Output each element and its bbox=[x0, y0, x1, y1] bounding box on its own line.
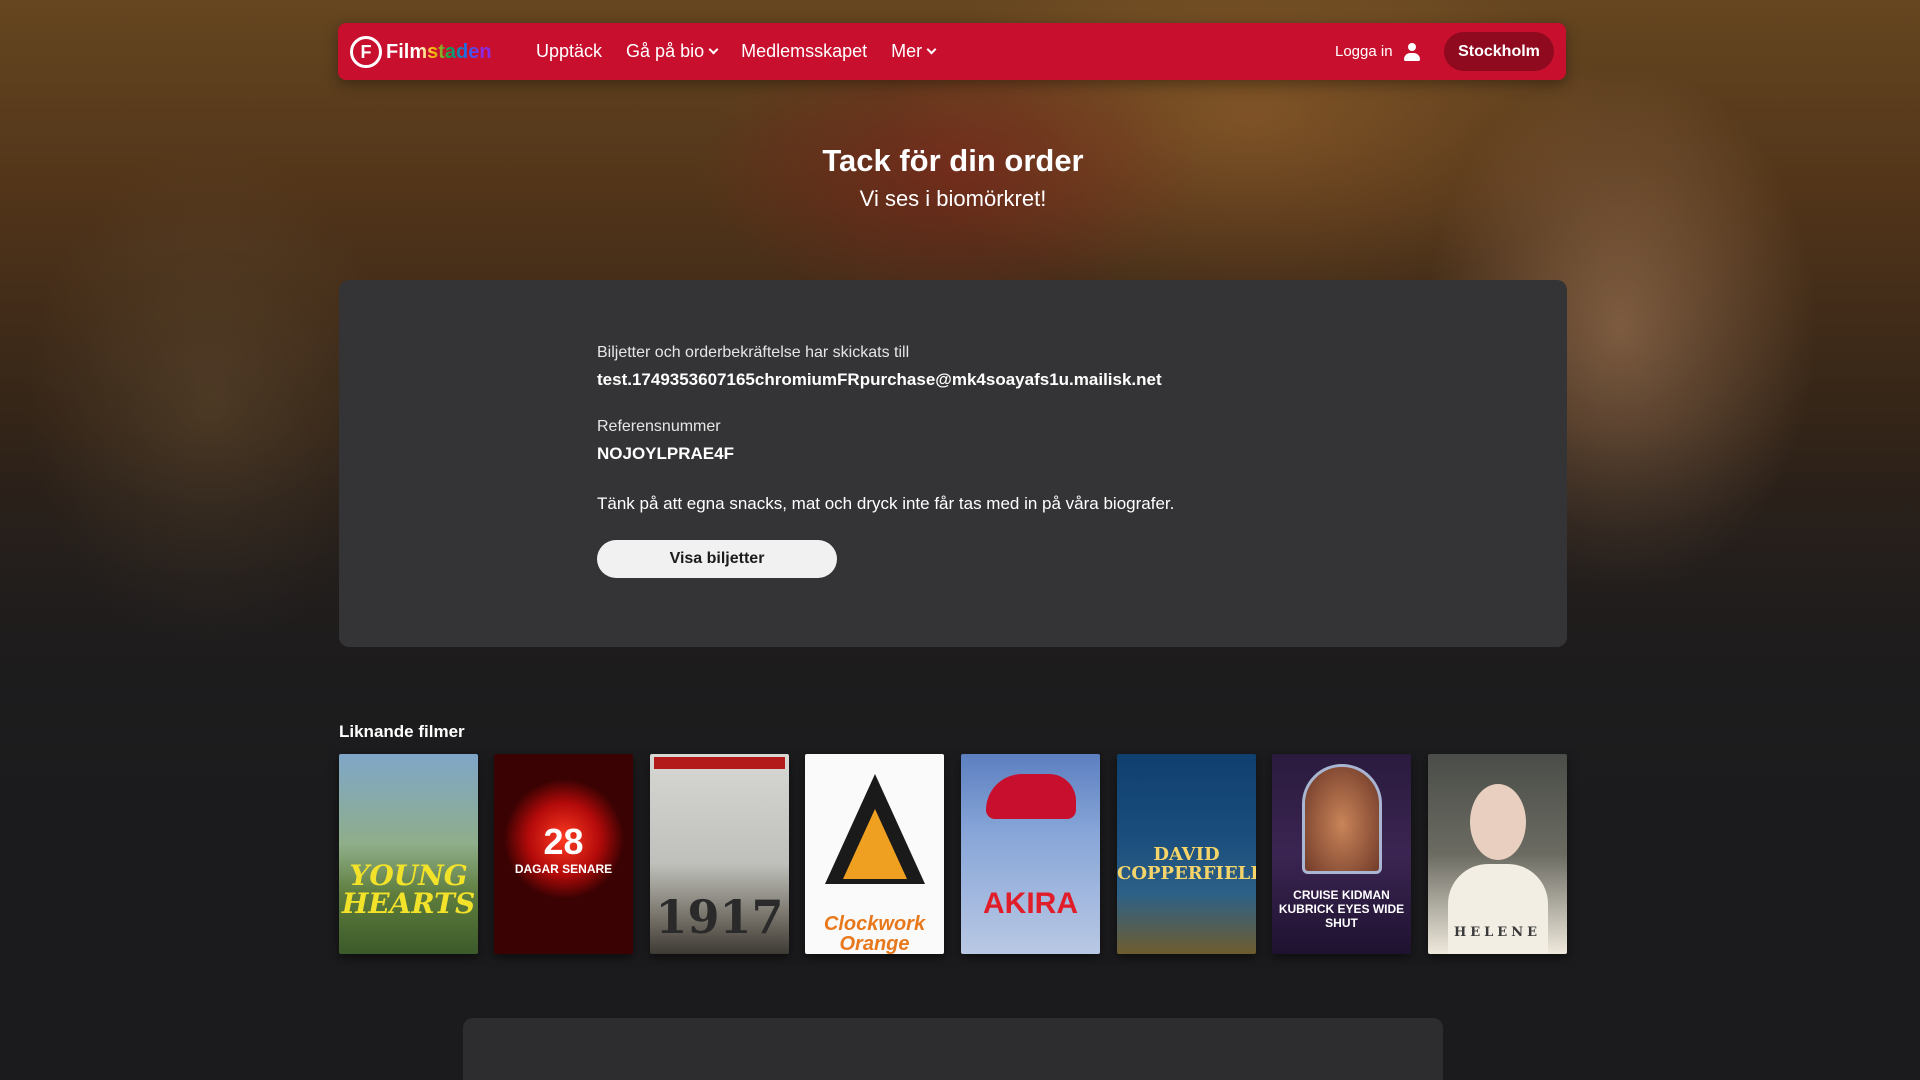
poster-1917[interactable]: 1917 bbox=[650, 754, 789, 954]
poster-clockwork-orange[interactable]: Clockwork Orange bbox=[805, 754, 944, 954]
logo-text: Filmstaden bbox=[386, 40, 492, 63]
page-subtitle: Vi ses i biomörkret! bbox=[859, 186, 1047, 211]
login-label: Logga in bbox=[1335, 43, 1393, 60]
poster-title: YOUNG HEARTS bbox=[341, 859, 476, 920]
logo-mark-icon: F bbox=[350, 36, 382, 68]
chevron-down-icon bbox=[708, 44, 719, 54]
nav-link-upptack[interactable]: Upptäck bbox=[536, 41, 602, 62]
page-title: Tack för din order bbox=[822, 143, 1084, 178]
footer-panel bbox=[463, 1018, 1443, 1080]
order-confirmation-card: Biljetter och orderbekräftelse har skick… bbox=[339, 280, 1567, 647]
email-sent-label: Biljetter och orderbekräftelse har skick… bbox=[597, 344, 910, 361]
nav-link-ga-pa-bio[interactable]: Gå på bio bbox=[626, 41, 719, 62]
nav-links: Upptäck Gå på bio Medlemsskapet Mer bbox=[536, 23, 959, 80]
nav-link-medlemsskapet[interactable]: Medlemsskapet bbox=[741, 41, 867, 62]
login-button[interactable]: Logga in bbox=[1335, 23, 1421, 80]
poster-title: 28 bbox=[543, 821, 584, 862]
poster-banner bbox=[654, 757, 785, 769]
poster-eyes-wide-shut[interactable]: CRUISE KIDMAN KUBRICK EYES WIDE SHUT bbox=[1272, 754, 1411, 954]
show-tickets-button[interactable]: Visa biljetter bbox=[597, 540, 837, 578]
poster-motorcycle-shape bbox=[986, 774, 1076, 819]
user-icon bbox=[1403, 42, 1421, 61]
top-navbar: F Filmstaden Upptäck Gå på bio Medlemssk… bbox=[338, 23, 1566, 80]
snacks-notice: Tänk på att egna snacks, mat och dryck i… bbox=[597, 494, 1175, 513]
confirmation-email: test.1749353607165chromiumFRpurchase@mk4… bbox=[597, 370, 1162, 389]
poster-portrait-face bbox=[1470, 784, 1526, 860]
nav-link-mer[interactable]: Mer bbox=[891, 41, 937, 62]
poster-subtitle: DAGAR SENARE bbox=[514, 862, 613, 876]
poster-mirror-frame bbox=[1302, 764, 1382, 874]
poster-28-dagar-senare[interactable]: 28 DAGAR SENARE bbox=[494, 754, 633, 954]
poster-helene[interactable]: HELENE bbox=[1428, 754, 1567, 954]
poster-title: Clockwork Orange bbox=[823, 913, 926, 954]
poster-title: DAVID COPPERFIELDS bbox=[1117, 844, 1256, 884]
reference-label: Referensnummer bbox=[597, 418, 721, 435]
similar-films-list: YOUNG HEARTS 28 DAGAR SENARE 1917 Clockw… bbox=[339, 754, 1567, 954]
poster-title: HELENE bbox=[1453, 925, 1542, 940]
poster-young-hearts[interactable]: YOUNG HEARTS bbox=[339, 754, 478, 954]
similar-films-heading: Liknande filmer bbox=[339, 722, 465, 741]
poster-akira[interactable]: AKIRA bbox=[961, 754, 1100, 954]
chevron-down-icon bbox=[926, 44, 937, 54]
poster-david-copperfield[interactable]: DAVID COPPERFIELDS bbox=[1117, 754, 1256, 954]
poster-title: 1917 bbox=[655, 890, 784, 944]
order-details: Biljetter och orderbekräftelse har skick… bbox=[597, 344, 1174, 578]
poster-portrait-body bbox=[1448, 864, 1548, 954]
poster-title: AKIRA bbox=[983, 887, 1078, 920]
poster-triangle-shape bbox=[843, 809, 907, 879]
city-selector-button[interactable]: Stockholm bbox=[1444, 32, 1554, 71]
filmstaden-logo[interactable]: F Filmstaden bbox=[350, 35, 492, 69]
reference-number: NOJOYLPRAE4F bbox=[597, 444, 734, 463]
poster-title: CRUISE KIDMAN KUBRICK EYES WIDE SHUT bbox=[1278, 888, 1405, 930]
